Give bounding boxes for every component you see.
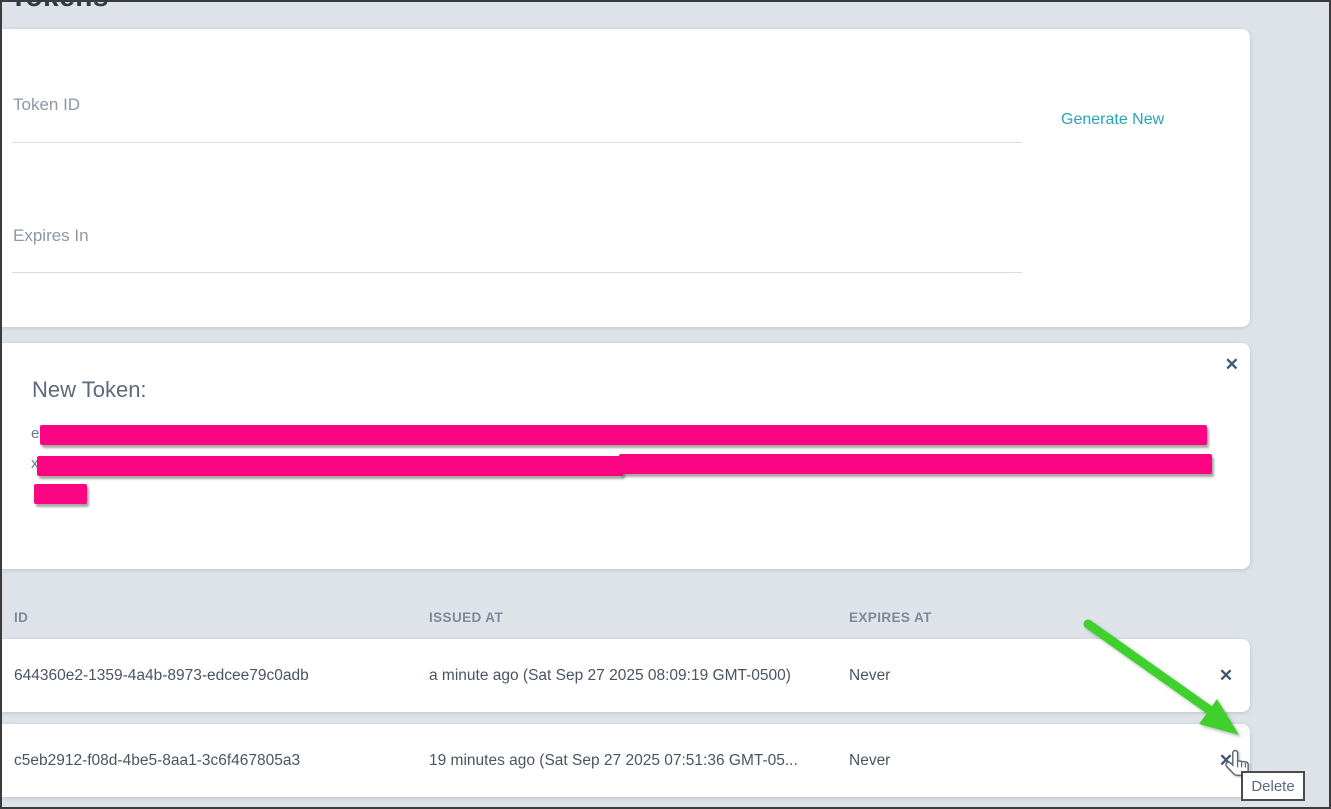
column-header-issued-at: ISSUED AT	[429, 610, 849, 625]
delete-tooltip: Delete	[1241, 771, 1305, 801]
issued-at-cell: 19 minutes ago (Sat Sep 27 2025 07:51:36…	[429, 752, 849, 770]
delete-token-icon[interactable]: ✕	[1217, 665, 1235, 686]
table-row: c5eb2912-f08d-4be5-8aa1-3c6f467805a3 19 …	[2, 724, 1250, 797]
delete-tooltip-label: Delete	[1251, 778, 1294, 795]
close-icon[interactable]: ✕	[1223, 354, 1241, 375]
token-id-input[interactable]	[12, 113, 1022, 143]
token-id-cell: c5eb2912-f08d-4be5-8aa1-3c6f467805a3	[14, 752, 429, 770]
expires-at-cell: Never	[849, 667, 1208, 685]
token-id-cell: 644360e2-1359-4a4b-8973-edcee79c0adb	[14, 667, 429, 685]
issued-at-cell: a minute ago (Sat Sep 27 2025 08:09:19 G…	[429, 667, 849, 685]
redaction-bar	[37, 456, 623, 476]
table-row: 644360e2-1359-4a4b-8973-edcee79c0adb a m…	[2, 639, 1250, 712]
token-table-header: ID ISSUED AT EXPIRES AT	[2, 597, 1250, 637]
redaction-bar	[619, 454, 1212, 474]
redaction-bar	[34, 484, 87, 504]
token-text-line: e	[31, 425, 39, 446]
generate-new-button[interactable]: Generate New	[1061, 111, 1164, 129]
expires-at-cell: Never	[849, 752, 1208, 770]
tokens-page: Tokens Token ID Generate New Expires In …	[0, 0, 1331, 809]
new-token-heading: New Token:	[32, 377, 147, 403]
expires-in-input[interactable]	[12, 243, 1022, 273]
new-token-card: ✕ New Token: e x	[2, 343, 1250, 569]
token-id-label: Token ID	[13, 95, 80, 115]
token-text-line: x	[31, 455, 39, 476]
token-form-card: Token ID Generate New Expires In	[2, 29, 1250, 327]
page-title: Tokens	[10, 0, 109, 13]
token-line-prefix: e	[31, 425, 39, 442]
delete-token-icon[interactable]: ✕	[1217, 750, 1235, 771]
redaction-bar	[40, 425, 1207, 445]
column-header-expires-at: EXPIRES AT	[849, 610, 1250, 625]
column-header-id: ID	[14, 610, 429, 625]
